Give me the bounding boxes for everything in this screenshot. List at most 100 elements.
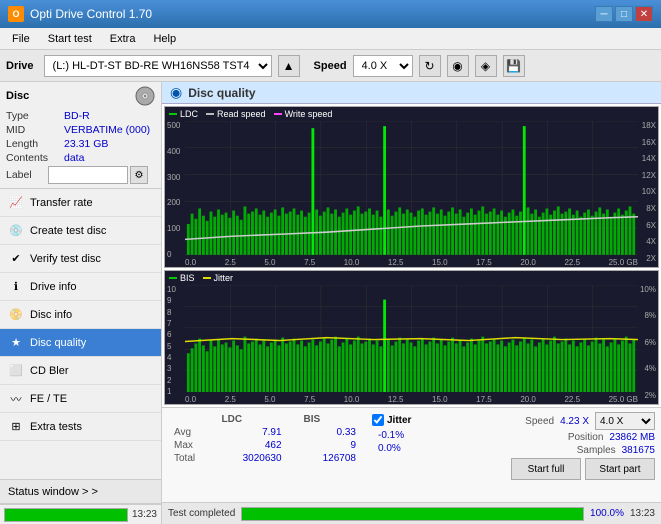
- menu-extra[interactable]: Extra: [102, 31, 144, 47]
- app-title: Opti Drive Control 1.70: [30, 7, 152, 21]
- disc-length-row: Length 23.31 GB: [6, 138, 155, 150]
- drive-select[interactable]: (L:) HL-DT-ST BD-RE WH16NS58 TST4: [44, 55, 272, 77]
- chart-header-icon: ◉: [170, 84, 182, 101]
- chart-title: Disc quality: [188, 86, 255, 100]
- type-value: BD-R: [64, 110, 155, 122]
- total-ldc: 3020630: [212, 453, 292, 464]
- samples-val: 381675: [622, 445, 655, 456]
- write-legend-item: Write speed: [274, 109, 333, 119]
- jitter-legend-dot: [203, 277, 211, 279]
- ldc-header: LDC: [212, 414, 292, 425]
- menu-file[interactable]: File: [4, 31, 38, 47]
- menu-help[interactable]: Help: [145, 31, 184, 47]
- nav-items: 📈 Transfer rate 💿 Create test disc ✔ Ver…: [0, 189, 161, 479]
- bottom-progress-inner: [242, 508, 583, 520]
- samples-label: Samples: [577, 445, 616, 456]
- max-jitter: 0.0%: [374, 443, 408, 454]
- sidebar-item-cd-bler[interactable]: ⬜ CD Bler: [0, 357, 161, 385]
- sidebar-item-disc-quality[interactable]: ★ Disc quality: [0, 329, 161, 357]
- content-area: ◉ Disc quality LDC Read speed: [162, 82, 661, 524]
- disc-contents-row: Contents data: [6, 152, 155, 164]
- minimize-button[interactable]: ─: [595, 6, 613, 22]
- refresh-button[interactable]: ↻: [419, 55, 441, 77]
- label-button[interactable]: ⚙: [130, 166, 148, 184]
- mid-label: MID: [6, 124, 64, 136]
- disc-label-row: Label ⚙: [6, 166, 155, 184]
- settings-button1[interactable]: ◉: [447, 55, 469, 77]
- drive-label: Drive: [6, 60, 34, 72]
- disc-mid-row: MID VERBATIMe (000): [6, 124, 155, 136]
- jitter-legend-item: Jitter: [203, 273, 234, 283]
- settings-button2[interactable]: ◈: [475, 55, 497, 77]
- read-legend-dot: [206, 113, 214, 115]
- toolbar: Drive (L:) HL-DT-ST BD-RE WH16NS58 TST4 …: [0, 50, 661, 82]
- jitter-checkbox[interactable]: [372, 414, 384, 426]
- menubar: File Start test Extra Help: [0, 28, 661, 50]
- jitter-label: Jitter: [387, 415, 411, 426]
- sidebar-item-disc-info[interactable]: 📀 Disc info: [0, 301, 161, 329]
- max-ldc: 462: [212, 440, 292, 451]
- disc-type-row: Type BD-R: [6, 110, 155, 122]
- length-label: Length: [6, 138, 64, 150]
- maximize-button[interactable]: □: [615, 6, 633, 22]
- speed-label-stat: Speed: [525, 416, 554, 427]
- sidebar-item-fe-te[interactable]: 〰 FE / TE: [0, 385, 161, 413]
- verify-test-disc-icon: ✔: [8, 251, 24, 267]
- write-legend-dot: [274, 113, 282, 115]
- samples-row: Samples 381675: [577, 445, 655, 456]
- right-controls: Speed 4.23 X 4.0 X Position 23862 MB Sam…: [415, 412, 655, 480]
- bottom-status-strip: Test completed 100.0% 13:23: [162, 502, 661, 524]
- chart-ldc: LDC Read speed Write speed 18X 16X 14X: [164, 106, 659, 268]
- disc-panel: Disc Type BD-R MID VERBATIMe (000) Lengt…: [0, 82, 161, 189]
- titlebar-controls: ─ □ ✕: [595, 6, 653, 22]
- jitter-checkbox-row: Jitter: [372, 414, 411, 426]
- avg-ldc: 7.91: [212, 427, 292, 438]
- mid-value: VERBATIMe (000): [64, 124, 155, 136]
- max-bis: 9: [294, 440, 366, 451]
- progress-bar-inner: [5, 509, 127, 521]
- close-button[interactable]: ✕: [635, 6, 653, 22]
- bis-legend-item: BIS: [169, 273, 195, 283]
- sidebar-item-verify-test-disc[interactable]: ✔ Verify test disc: [0, 245, 161, 273]
- start-buttons: Start full Start part: [511, 458, 655, 480]
- speed-select-stat[interactable]: 4.0 X: [595, 412, 655, 430]
- app-icon: O: [8, 6, 24, 22]
- jitter-section: Jitter -0.1% 0.0%: [372, 412, 411, 456]
- speed-select[interactable]: 4.0 X: [353, 55, 413, 77]
- position-row: Position 23862 MB: [568, 432, 655, 443]
- eject-button[interactable]: ▲: [278, 55, 300, 77]
- contents-value: data: [64, 152, 155, 164]
- disc-icon: [135, 86, 155, 106]
- fe-te-icon: 〰: [8, 391, 24, 407]
- extra-tests-icon: ⊞: [8, 419, 24, 435]
- read-legend-item: Read speed: [206, 109, 266, 119]
- bis-chart-svg: [185, 285, 638, 392]
- avg-label: Avg: [170, 427, 210, 438]
- chart-bis-legend: BIS Jitter: [169, 273, 233, 283]
- status-window-button[interactable]: Status window > >: [0, 480, 161, 504]
- titlebar: O Opti Drive Control 1.70 ─ □ ✕: [0, 0, 661, 28]
- ldc-legend-dot: [169, 113, 177, 115]
- stats-header-row: LDC BIS Avg 7.91 0.33 Max 462 9 Total: [168, 412, 655, 480]
- ldc-chart-svg: [185, 121, 638, 255]
- sidebar-item-drive-info[interactable]: ℹ Drive info: [0, 273, 161, 301]
- speed-label: Speed: [314, 60, 347, 72]
- sidebar-item-extra-tests[interactable]: ⊞ Extra tests: [0, 413, 161, 441]
- position-val: 23862 MB: [609, 432, 655, 443]
- start-part-button[interactable]: Start part: [585, 458, 655, 480]
- sidebar-item-transfer-rate[interactable]: 📈 Transfer rate: [0, 189, 161, 217]
- label-input[interactable]: [48, 166, 128, 184]
- start-full-button[interactable]: Start full: [511, 458, 581, 480]
- stats-table: LDC BIS Avg 7.91 0.33 Max 462 9 Total: [168, 412, 368, 466]
- ldc-col-header: [170, 414, 210, 425]
- save-button[interactable]: 💾: [503, 55, 525, 77]
- disc-quality-icon: ★: [8, 335, 24, 351]
- main: Disc Type BD-R MID VERBATIMe (000) Lengt…: [0, 82, 661, 524]
- bottom-progress-outer: [241, 507, 584, 521]
- charts-area: LDC Read speed Write speed 18X 16X 14X: [162, 104, 661, 407]
- status-bar: Status window > > 13:23: [0, 479, 161, 524]
- speed-row: Speed 4.23 X 4.0 X: [525, 412, 655, 430]
- menu-start-test[interactable]: Start test: [40, 31, 100, 47]
- sidebar-item-create-test-disc[interactable]: 💿 Create test disc: [0, 217, 161, 245]
- type-label: Type: [6, 110, 64, 122]
